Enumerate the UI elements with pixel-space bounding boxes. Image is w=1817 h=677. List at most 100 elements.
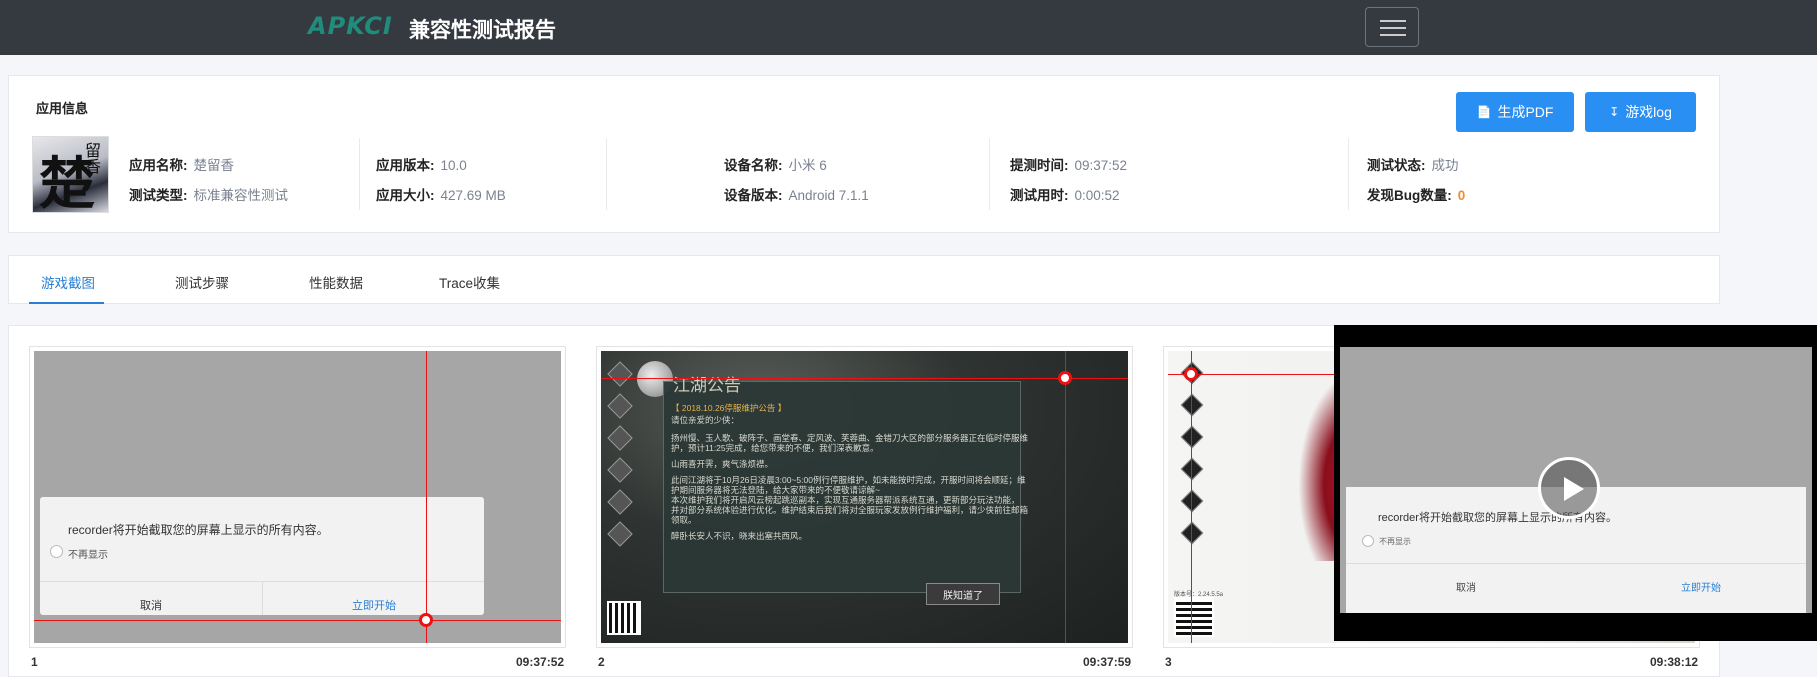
column-divider [359,138,360,210]
dialog-cancel: 取消 [140,600,162,612]
screenshot-card[interactable]: recorder将开始截取您的屏幕上显示的所有内容。 不再显示 取消 立即开始 [29,346,566,648]
video-frame: recorder将开始截取您的屏幕上显示的所有内容。 不再显示 取消 立即开始 [1340,347,1812,613]
field-value: 09:37:52 [1074,158,1128,173]
tab-bar: 游戏截图 测试步骤 性能数据 Trace收集 [8,255,1720,304]
tap-crosshair-vertical [1065,351,1066,643]
top-navbar: APKCI 兼容性测试报告 [0,0,1817,55]
tab-test-steps[interactable]: 测试步骤 [175,272,229,292]
tab-screenshots[interactable]: 游戏截图 [41,272,95,292]
tap-crosshair-horizontal [601,378,1128,379]
app-info-card: 应用信息 楚 留香 📄 生成PDF ↧ 游戏log 应用名称: 楚留香 测试类型:… [8,75,1720,233]
hamburger-icon [1380,20,1406,22]
field-label: 测试用时: [1010,188,1069,203]
field-submit-time: 提测时间: 09:37:52 [1010,154,1127,174]
announcement-line: 醉卧长安人不识，晓来出塞共西风。 [671,531,808,541]
field-label: 应用大小: [376,188,435,203]
announcement-line: 【 2018.10.26停服维护公告 】 [671,403,787,413]
announcement-line: 并对部分系统体验进行优化。维护结束后我们将对全服玩家发放例行维护福利，请少侠前往… [671,505,1029,515]
app-icon-glyph-small: 留香 [85,141,102,176]
screenshot-card[interactable]: 江湖公告 【 2018.10.26停服维护公告 】 请位亲爱的少侠： 扬州慢、玉… [596,346,1133,648]
announcement-line: 请位亲爱的少侠： [671,415,740,425]
field-value: 0:00:52 [1074,188,1120,203]
qr-code-icon [607,601,641,635]
field-device-version: 设备版本: Android 7.1.1 [724,184,869,204]
hamburger-icon-bar [1380,34,1406,36]
brand-logo[interactable]: APKCI [308,12,393,40]
field-test-status: 测试状态: 成功 [1367,154,1459,174]
field-label: 设备版本: [724,188,783,203]
dialog-message: recorder将开始截取您的屏幕上显示的所有内容。 [68,523,329,537]
column-divider [989,138,990,210]
field-test-duration: 测试用时: 0:00:52 [1010,184,1120,204]
tab-performance[interactable]: 性能数据 [309,272,363,292]
announcement-title: 江湖公告 [673,376,741,396]
tap-marker-icon [1058,371,1072,385]
generate-pdf-button[interactable]: 📄 生成PDF [1456,92,1574,132]
field-app-size: 应用大小: 427.69 MB [376,184,506,204]
field-label: 测试状态: [1367,158,1426,173]
divider [1346,563,1806,564]
document-icon: 📄 [1476,105,1492,119]
page-title: 兼容性测试报告 [409,19,556,42]
screenshot-index: 2 [598,655,605,669]
bug-count-value: 0 [1457,188,1466,203]
field-label: 应用名称: [129,158,188,173]
screenshot-time: 09:37:52 [516,655,565,669]
screenshot-time: 09:37:59 [1083,655,1132,669]
field-bug-count: 发现Bug数量: 0 [1367,184,1465,204]
announcement-line: 山雨喜开霁，爽气涤烦襟。 [671,459,774,469]
radio-icon [50,545,63,558]
qr-code-icon [1174,597,1214,637]
dialog-confirm: 立即开始 [352,600,396,612]
screenshot-image: 江湖公告 【 2018.10.26停服维护公告 】 请位亲爱的少侠： 扬州慢、玉… [601,351,1128,643]
generate-pdf-label: 生成PDF [1497,104,1554,120]
divider [262,581,263,615]
column-divider [1348,138,1349,210]
permission-dialog: recorder将开始截取您的屏幕上显示的所有内容。 不再显示 取消 立即开始 [40,497,484,615]
tap-marker-icon [419,613,433,627]
field-label: 发现Bug数量: [1367,188,1452,203]
menu-toggle-button[interactable] [1365,7,1419,47]
field-label: 应用版本: [376,158,435,173]
field-value: 427.69 MB [440,188,506,203]
tap-marker-icon [1184,367,1198,381]
announcement-line: 本次维护我们将开启风云榜起跳巡副本，实现互通服务器帮派系统互通，更新部分玩法功能… [671,495,1020,505]
hamburger-icon-bar [1380,27,1406,29]
announcement-line: 领取。 [671,515,697,525]
tap-crosshair-vertical [426,351,427,643]
app-icon: 楚 留香 [32,136,109,213]
field-value: Android 7.1.1 [788,188,869,203]
tap-crosshair-vertical [1191,351,1192,643]
announcement-line: 此间江湖将于10月26日凌晨3:00~5:00例行停服维护，如未能按时完成，开服… [671,475,1026,485]
screenshot-index: 3 [1165,655,1172,669]
announcement-line: 护期间服务器将无法登陆，给大家带来的不便敬请谅解~ [671,485,880,495]
dont-show-label: 不再显示 [68,550,108,561]
acknowledge-button: 朕知道了 [926,583,1000,605]
dialog-cancel: 取消 [1456,583,1476,594]
tap-crosshair-horizontal [34,620,561,621]
screenshot-image: recorder将开始截取您的屏幕上显示的所有内容。 不再显示 取消 立即开始 [34,351,561,643]
download-icon: ↧ [1609,105,1620,119]
dialog-confirm: 立即开始 [1681,583,1721,594]
radio-icon [1362,535,1374,547]
field-device-name: 设备名称: 小米 6 [724,154,827,174]
field-value: 小米 6 [788,158,827,173]
column-divider [606,138,607,210]
announcement-line: 护，预计11:25完成，给您带来的不便，我们深表歉意。 [671,443,879,453]
field-label: 设备名称: [724,158,783,173]
field-value: 10.0 [440,158,467,173]
field-label: 提测时间: [1010,158,1069,173]
field-label: 测试类型: [129,188,188,203]
field-test-type: 测试类型: 标准兼容性测试 [129,184,288,204]
play-icon[interactable] [1538,457,1600,519]
game-log-label: 游戏log [1625,104,1672,120]
field-value: 楚留香 [193,158,235,173]
video-player[interactable]: recorder将开始截取您的屏幕上显示的所有内容。 不再显示 取消 立即开始 [1334,325,1817,641]
dont-show-label: 不再显示 [1379,537,1411,546]
announcement-line: 扬州慢、玉人歌、破阵子、画堂春、定风波、芙蓉曲、金错刀大区的部分服务器正在临时停… [671,433,1029,443]
game-log-button[interactable]: ↧ 游戏log [1585,92,1696,132]
tab-trace[interactable]: Trace收集 [439,272,500,292]
field-value: 标准兼容性测试 [193,188,289,203]
screenshot-index: 1 [31,655,38,669]
app-info-heading: 应用信息 [36,101,89,116]
